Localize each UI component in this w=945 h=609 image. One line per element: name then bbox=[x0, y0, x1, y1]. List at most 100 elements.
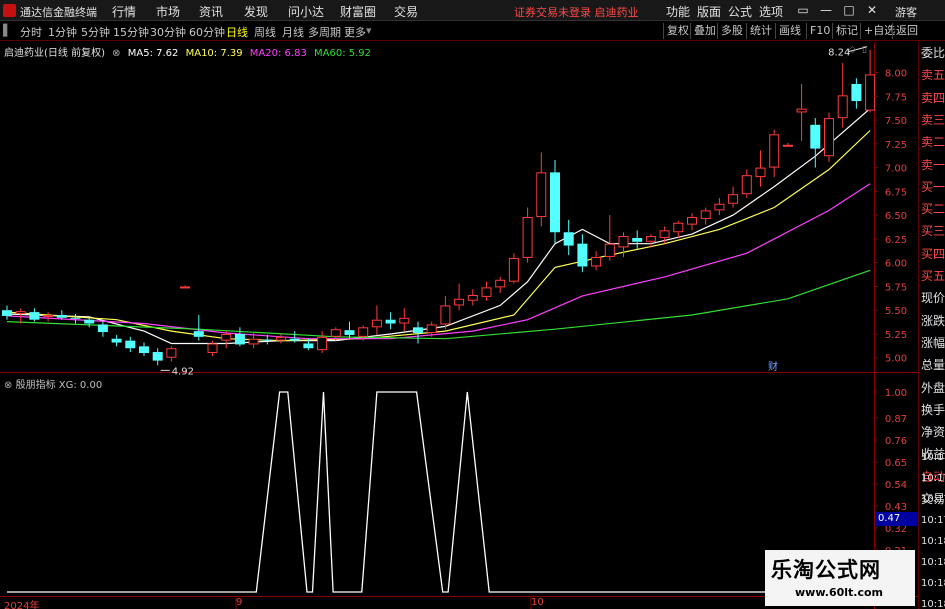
candle[interactable] bbox=[317, 331, 328, 353]
candle[interactable] bbox=[824, 112, 834, 162]
candle[interactable] bbox=[385, 312, 396, 330]
panel-label: 委比 bbox=[921, 46, 945, 60]
price-tick-label: 6.50 bbox=[885, 211, 907, 222]
candle[interactable] bbox=[837, 63, 848, 128]
price-tick-label: 7.00 bbox=[885, 164, 907, 175]
candle-body bbox=[303, 343, 314, 349]
panel-label: 净资 bbox=[921, 425, 945, 440]
candle[interactable] bbox=[152, 348, 163, 366]
candle-body bbox=[276, 336, 286, 341]
candle[interactable] bbox=[276, 333, 286, 344]
candle-body bbox=[687, 217, 697, 225]
candle[interactable] bbox=[399, 308, 410, 332]
candle[interactable] bbox=[481, 281, 492, 301]
price-tick-label: 5.25 bbox=[885, 330, 907, 341]
candle[interactable] bbox=[714, 198, 725, 216]
candle-body bbox=[152, 352, 163, 361]
candle[interactable] bbox=[193, 314, 204, 341]
price-tick-label: 7.75 bbox=[885, 92, 907, 103]
candle-body bbox=[70, 317, 81, 319]
candle[interactable] bbox=[700, 207, 711, 225]
candle-body bbox=[645, 236, 656, 242]
candle[interactable] bbox=[139, 342, 149, 356]
candle-body bbox=[289, 338, 300, 341]
candle-body bbox=[604, 243, 615, 257]
watermark-title: 乐淘公式网 bbox=[771, 558, 881, 582]
candle-body bbox=[440, 305, 451, 325]
legend-settings-icon[interactable]: ⊗ bbox=[112, 48, 120, 59]
candle-body bbox=[426, 324, 437, 334]
price-tick-label: 6.75 bbox=[885, 187, 907, 198]
candle[interactable] bbox=[70, 314, 81, 324]
candle[interactable] bbox=[454, 283, 465, 311]
kline-chart-svg[interactable]: 5.00 5.25 5.50 5.75 6.00 6.25 6.50 6.75 7.00 7.25… bbox=[0, 0, 918, 609]
candle[interactable] bbox=[111, 334, 122, 347]
candle[interactable] bbox=[550, 159, 560, 244]
candle-body bbox=[15, 311, 26, 315]
candle-body bbox=[262, 339, 273, 341]
finance-badge-icon[interactable]: 财 bbox=[768, 358, 778, 373]
candle-body bbox=[796, 108, 807, 113]
candle[interactable] bbox=[687, 213, 697, 231]
panel-time: 10:17 bbox=[921, 452, 945, 463]
candle[interactable] bbox=[728, 186, 739, 208]
indicator-tick-label: 0.87 bbox=[885, 414, 907, 425]
candle-body bbox=[741, 175, 752, 195]
candle[interactable] bbox=[97, 321, 108, 337]
x-label-year: 2024年 bbox=[4, 601, 40, 609]
stock-title: 启迪药业(日线 前复权) bbox=[4, 48, 105, 59]
candle[interactable] bbox=[125, 336, 136, 353]
indicator-settings-icon[interactable]: ⊗ bbox=[4, 380, 12, 391]
panel-label: 现价 bbox=[921, 291, 945, 306]
candle[interactable] bbox=[604, 215, 615, 261]
candle[interactable] bbox=[755, 150, 766, 187]
candle[interactable] bbox=[508, 253, 519, 284]
candle[interactable] bbox=[166, 346, 177, 362]
candle[interactable] bbox=[371, 305, 382, 335]
panel-time: 10:18 bbox=[921, 599, 945, 609]
candle[interactable] bbox=[344, 321, 355, 339]
candle[interactable] bbox=[810, 118, 821, 168]
candle[interactable] bbox=[782, 142, 793, 147]
candle[interactable] bbox=[865, 49, 876, 113]
ma-line-ma5 bbox=[6, 108, 871, 345]
panel-label: 买三 bbox=[921, 224, 945, 239]
candle[interactable] bbox=[495, 276, 506, 294]
candle-body bbox=[755, 167, 766, 178]
candle[interactable] bbox=[43, 312, 54, 322]
panel-label: 买二 bbox=[921, 202, 945, 217]
candle-body bbox=[29, 312, 40, 320]
candle[interactable] bbox=[234, 327, 245, 347]
price-tick-label: 5.50 bbox=[885, 306, 907, 317]
candle[interactable] bbox=[769, 129, 780, 178]
ma-line-ma10 bbox=[6, 130, 871, 342]
candle[interactable] bbox=[440, 295, 451, 330]
candle[interactable] bbox=[851, 78, 862, 109]
candle[interactable] bbox=[536, 152, 547, 227]
candle[interactable] bbox=[741, 169, 752, 199]
price-axis: 5.00 5.25 5.50 5.75 6.00 6.25 6.50 6.75 7.00 7.25… bbox=[874, 69, 907, 365]
candle[interactable] bbox=[29, 308, 40, 322]
candle[interactable] bbox=[796, 83, 807, 141]
price-tick-label: 7.50 bbox=[885, 116, 907, 127]
candle-body bbox=[522, 217, 533, 258]
candle[interactable] bbox=[180, 285, 191, 289]
panel-label: 卖四 bbox=[921, 90, 945, 105]
candle-body bbox=[180, 286, 191, 289]
indicator-name: 殷朋指标 bbox=[15, 380, 56, 391]
price-tick-label: 7.25 bbox=[885, 140, 907, 151]
candle[interactable] bbox=[467, 289, 478, 306]
xg-line bbox=[7, 391, 871, 593]
candle[interactable] bbox=[563, 219, 574, 256]
candle[interactable] bbox=[673, 220, 684, 238]
ma-layer bbox=[6, 108, 871, 345]
candle[interactable] bbox=[632, 230, 643, 250]
diamond-icon: ◇ bbox=[849, 45, 856, 55]
candle[interactable] bbox=[2, 305, 12, 320]
candle[interactable] bbox=[413, 321, 423, 344]
candle[interactable] bbox=[522, 207, 533, 263]
candle[interactable] bbox=[577, 234, 588, 273]
candle[interactable] bbox=[591, 251, 602, 271]
candle[interactable] bbox=[84, 317, 95, 328]
candle-body bbox=[385, 319, 396, 324]
